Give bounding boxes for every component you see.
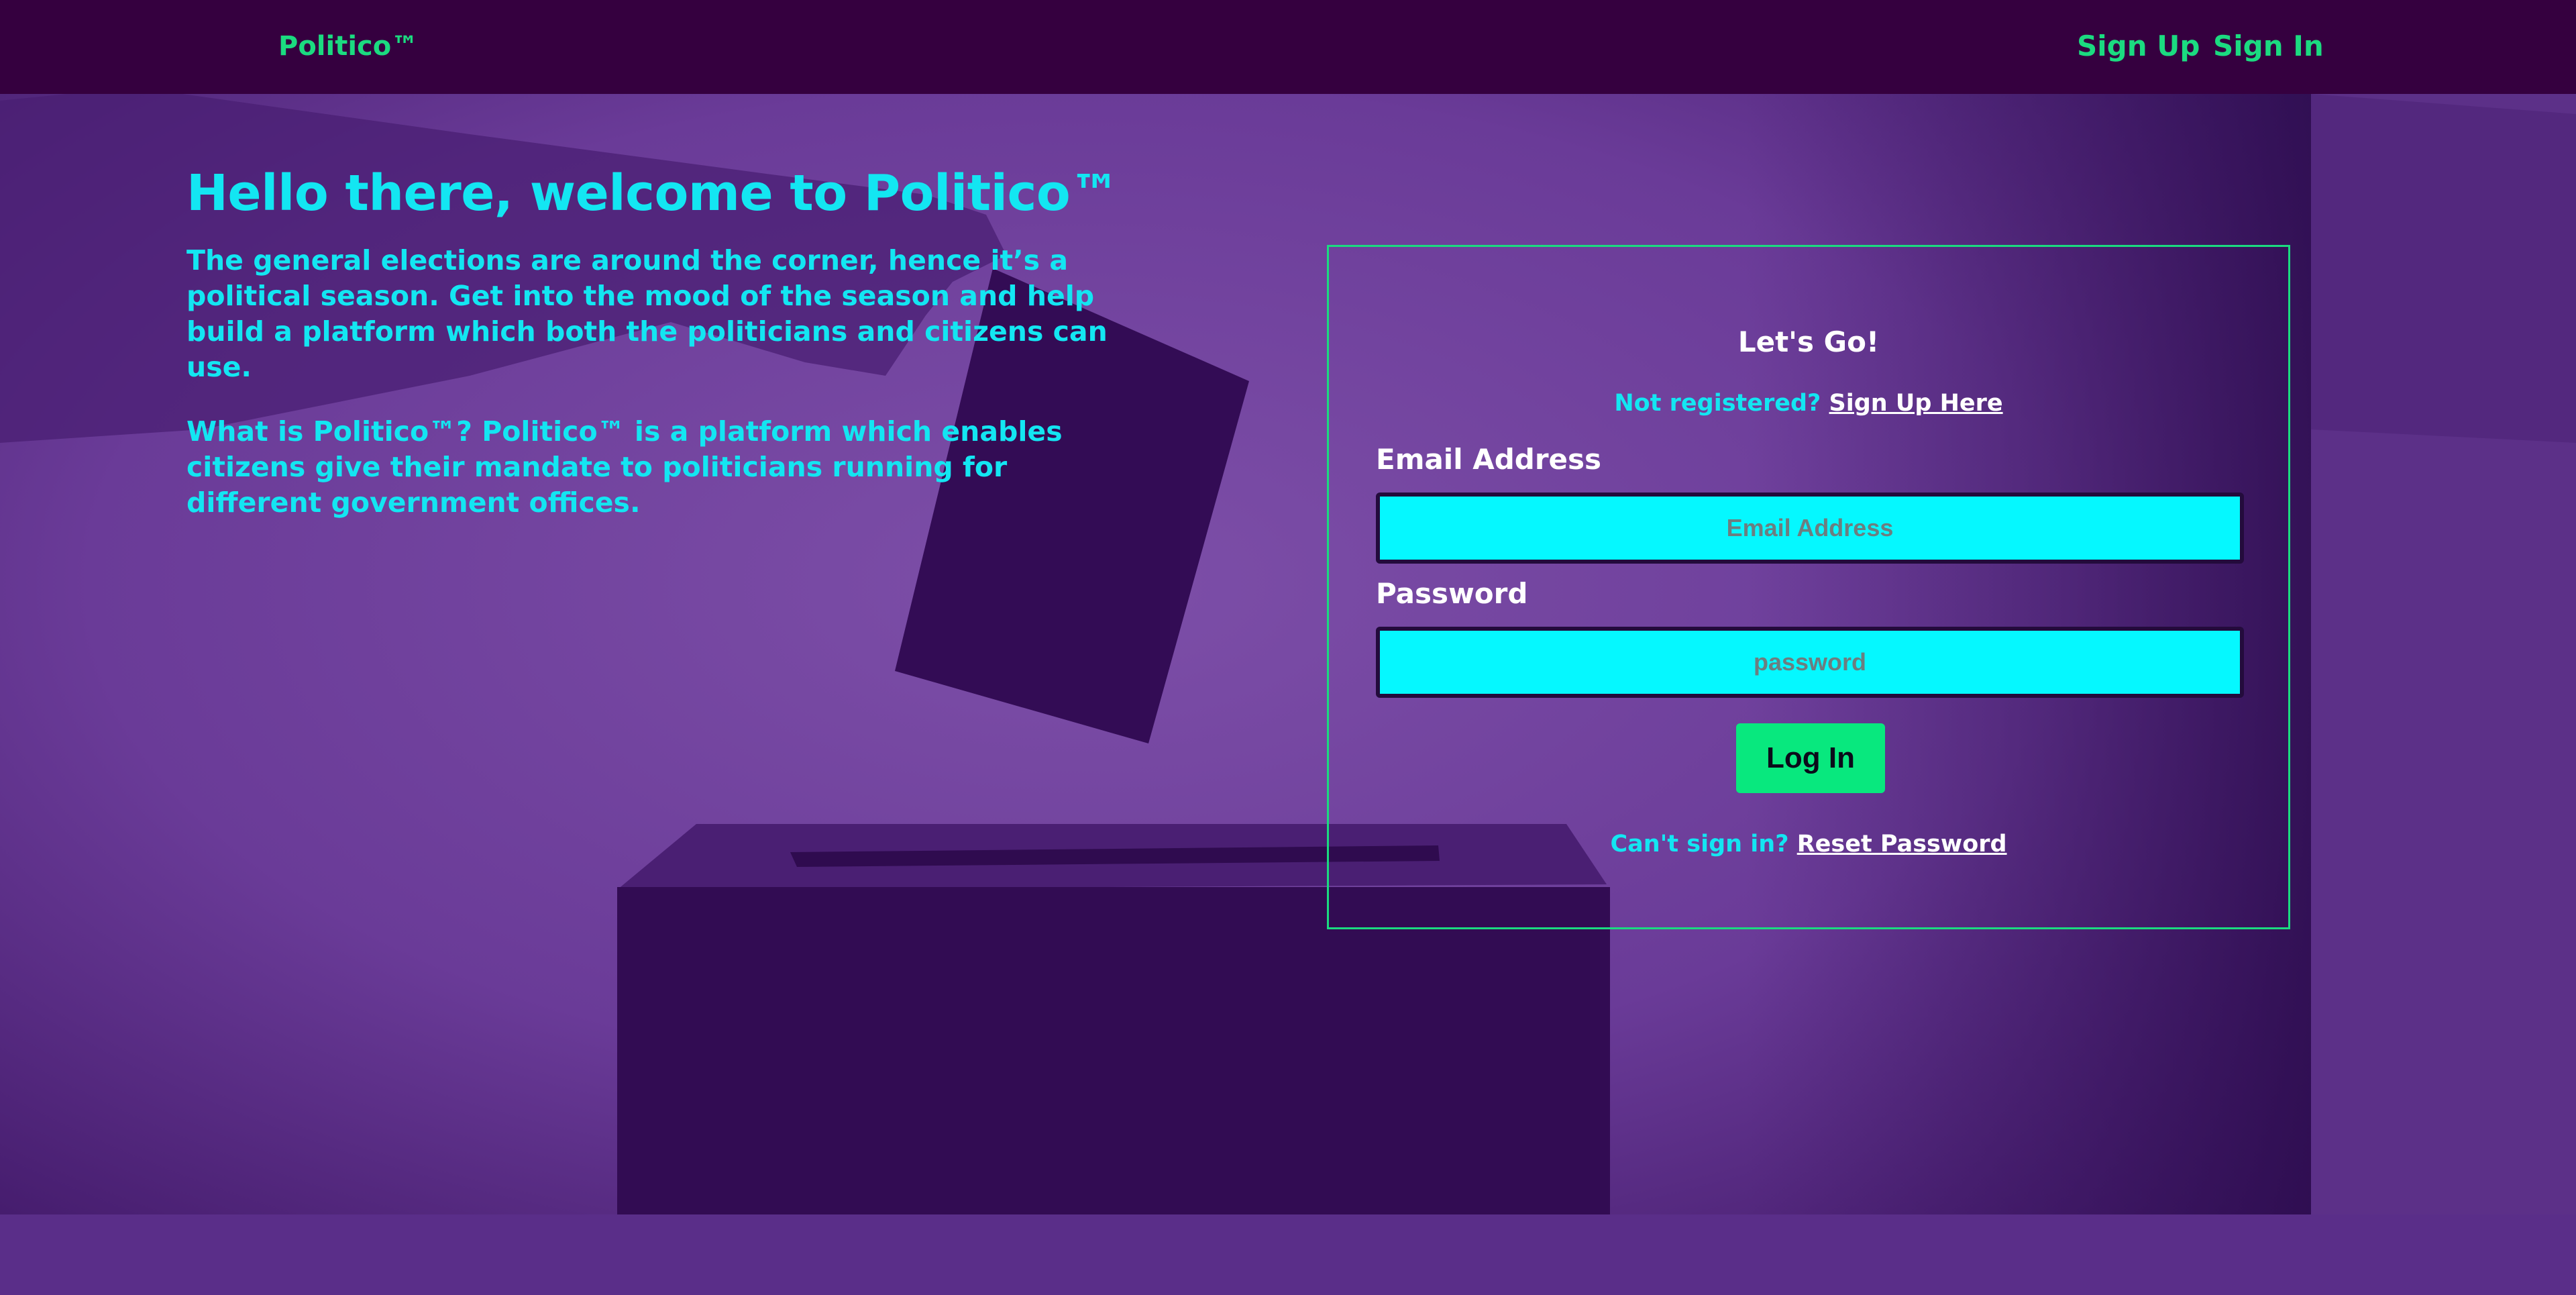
reset-password-link[interactable]: Reset Password <box>1797 831 2007 858</box>
email-input[interactable] <box>1376 493 2244 564</box>
hero-section: Hello there, welcome to Politico™ The ge… <box>186 160 1146 521</box>
log-in-button[interactable]: Log In <box>1736 723 1885 793</box>
nav-sign-up-link[interactable]: Sign Up <box>2077 30 2200 62</box>
sign-up-here-link[interactable]: Sign Up Here <box>1829 390 2003 417</box>
password-label: Password <box>1376 577 1528 610</box>
register-prompt-line: Not registered? Sign Up Here <box>1329 390 2288 417</box>
login-form: Let's Go! Not registered? Sign Up Here E… <box>1327 245 2290 929</box>
email-label: Email Address <box>1376 443 1602 476</box>
top-navbar: Politico™ Sign Up Sign In <box>0 0 2576 94</box>
hero-about-paragraph: What is Politico™? Politico™ is a platfo… <box>186 415 1063 519</box>
brand-logo-link[interactable]: Politico™ <box>278 31 418 62</box>
hero-intro-paragraph: The general elections are around the cor… <box>186 244 1108 383</box>
nav-sign-in-link[interactable]: Sign In <box>2213 30 2324 62</box>
reset-prompt-text: Can't sign in? <box>1610 831 1789 858</box>
reset-password-line: Can't sign in? Reset Password <box>1329 831 2288 858</box>
hero-heading: Hello there, welcome to Politico™ <box>186 164 1120 222</box>
register-prompt-text: Not registered? <box>1614 390 1821 417</box>
password-input[interactable] <box>1376 627 2244 698</box>
login-title: Let's Go! <box>1737 325 1880 358</box>
